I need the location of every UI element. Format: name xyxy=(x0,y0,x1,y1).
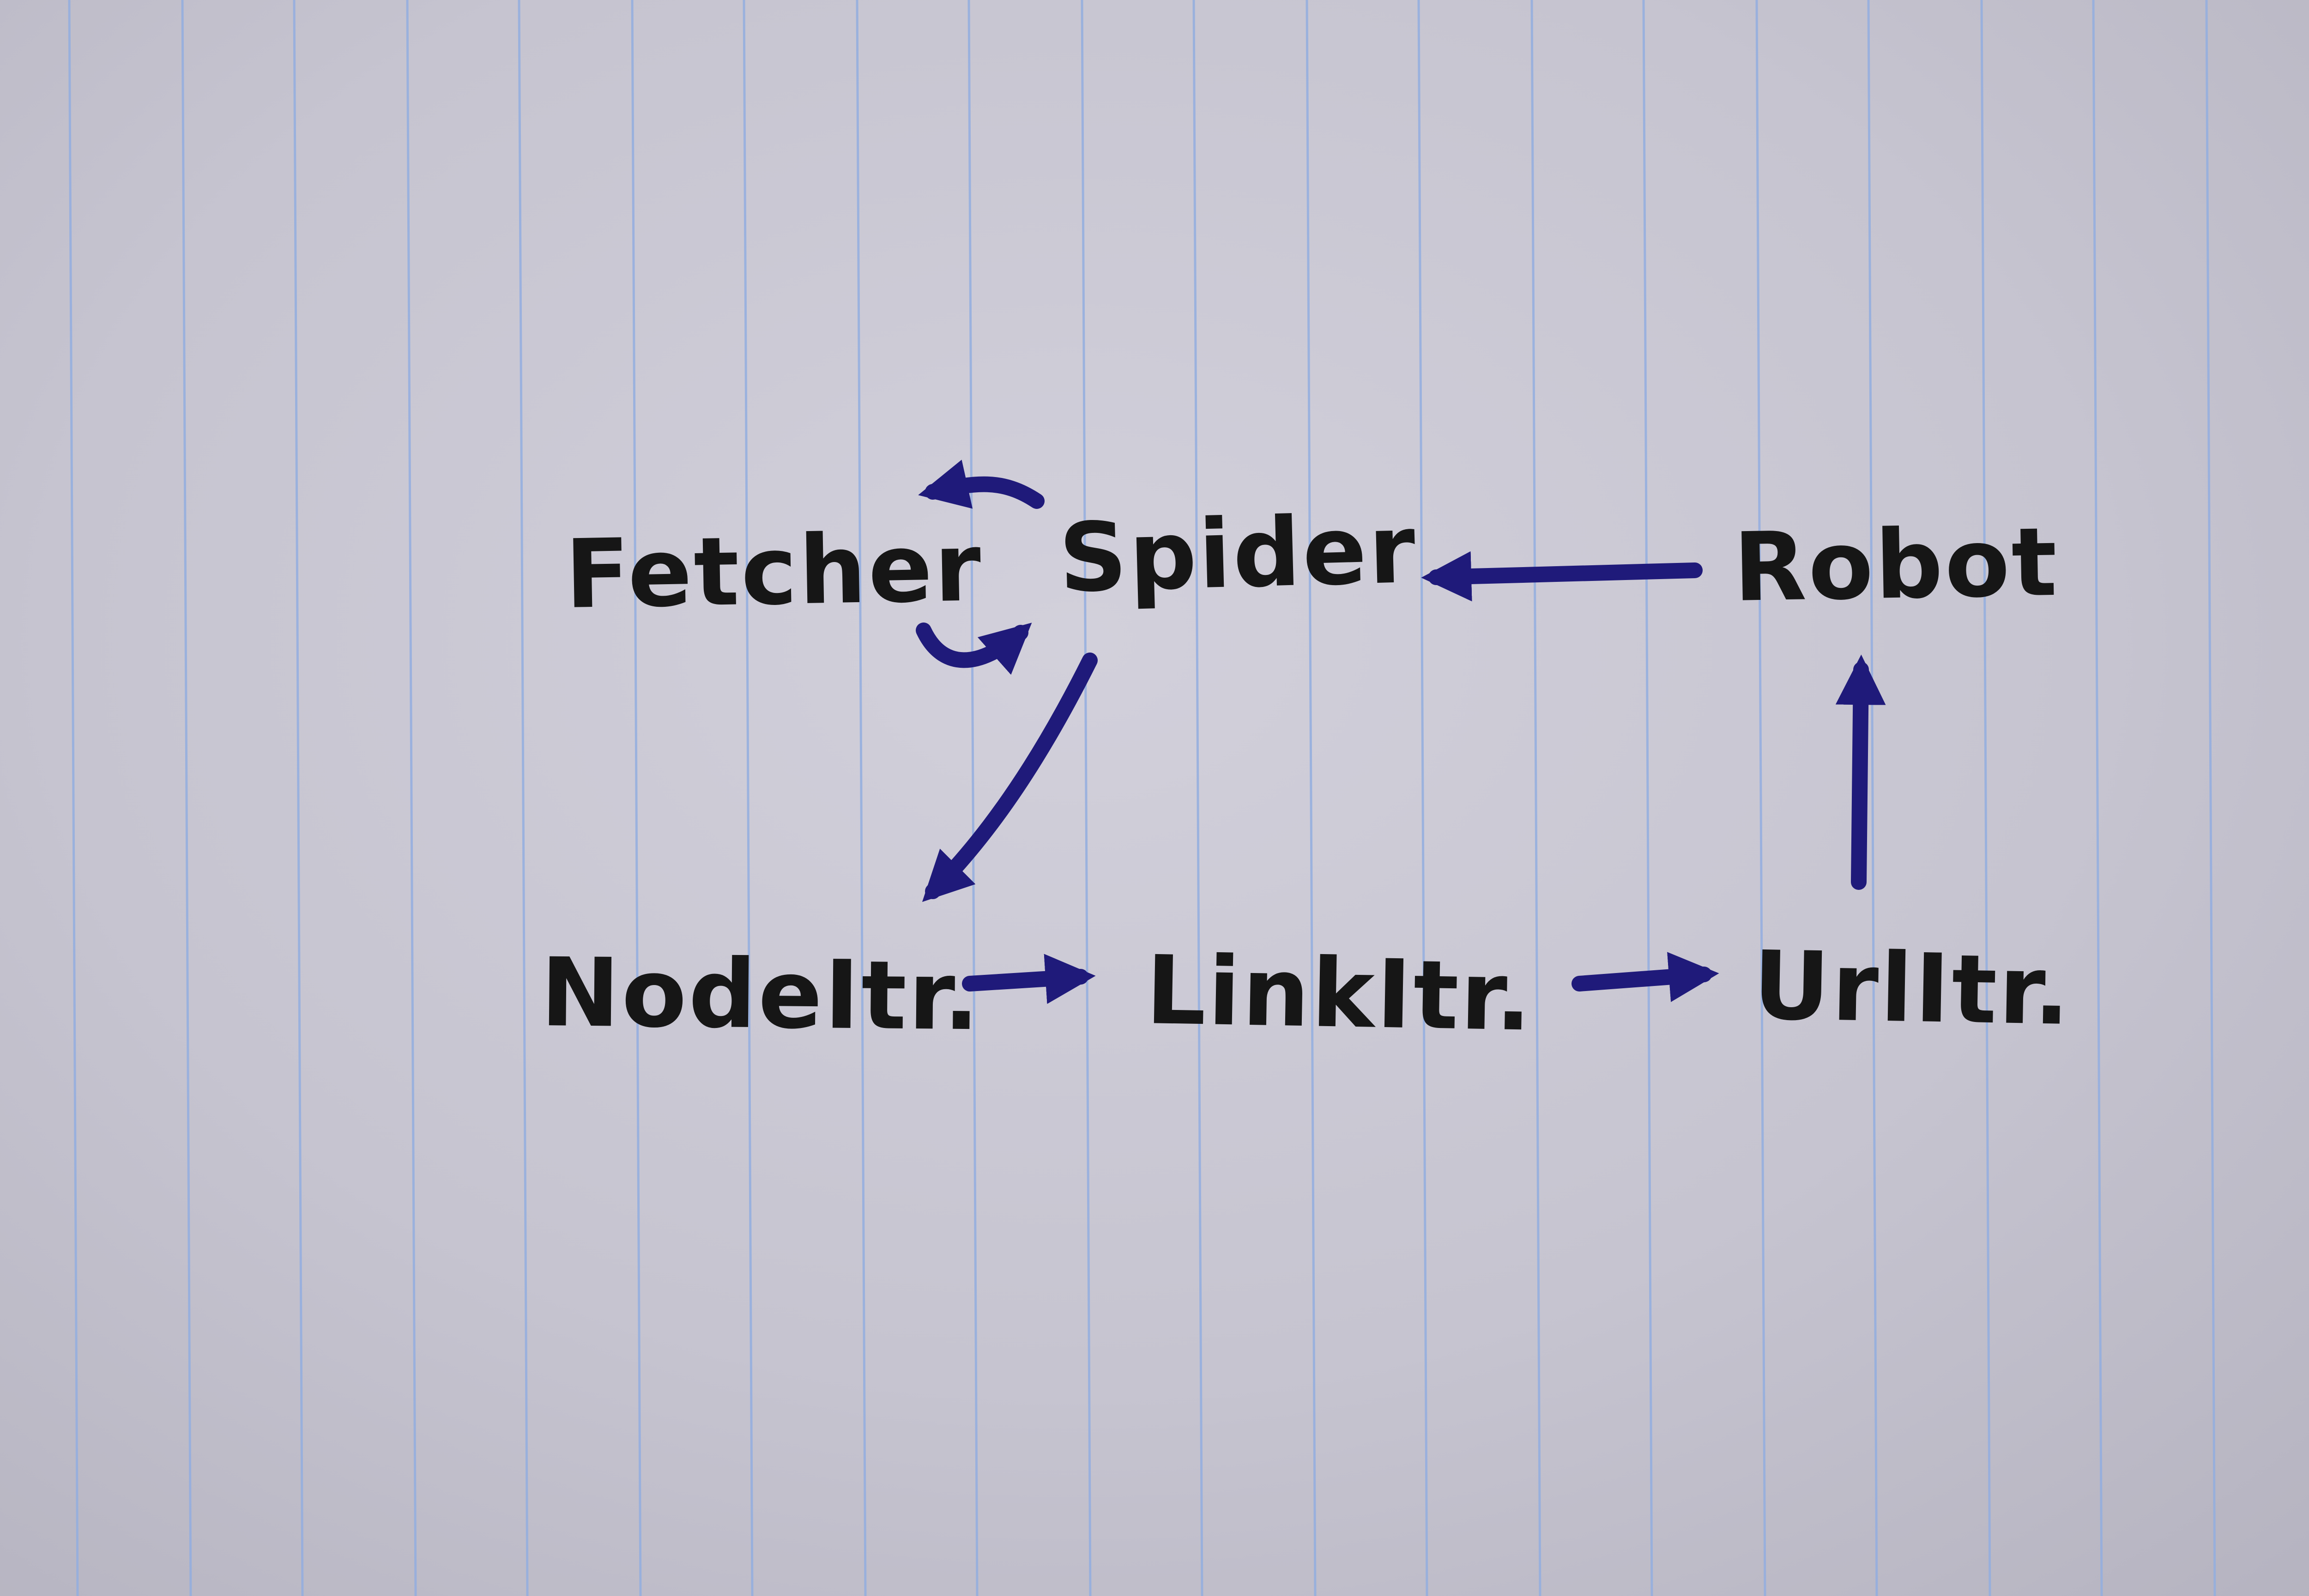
edge-urlitr-to-robot xyxy=(1835,654,1886,890)
ruling-line xyxy=(631,0,642,1596)
ruling-line xyxy=(2092,0,2103,1596)
ruling-line xyxy=(1980,0,1991,1596)
edge-robot-to-spider xyxy=(1421,551,1703,602)
ruling-line xyxy=(1867,0,1878,1596)
ruling-line xyxy=(68,0,79,1596)
edge-nodeitr-to-linkitr xyxy=(962,954,1096,1004)
ruling-line xyxy=(181,0,192,1596)
diagram-nodes: Fetcher Spider Robot NodeItr. LinkItr. U… xyxy=(540,495,2073,1052)
ruling-line xyxy=(518,0,529,1596)
paper-ruling xyxy=(68,0,2216,1596)
edge-spider-to-fetcher xyxy=(918,459,1045,509)
ruling-line xyxy=(1642,0,1653,1596)
edge-linkitr-to-urlitr xyxy=(1572,952,1719,1002)
ruling-line xyxy=(1755,0,1766,1596)
ruling-line xyxy=(743,0,754,1596)
notebook-page: Fetcher Spider Robot NodeItr. LinkItr. U… xyxy=(68,0,2216,1596)
node-spider: Spider xyxy=(1058,495,1419,614)
node-fetcher: Fetcher xyxy=(564,513,984,630)
ruling-line xyxy=(293,0,304,1596)
ruling-line xyxy=(2205,0,2216,1596)
ruling-line xyxy=(1417,0,1428,1596)
ruling-line xyxy=(967,0,979,1596)
node-robot: Robot xyxy=(1733,508,2060,623)
ruling-line xyxy=(1530,0,1541,1596)
node-linkitr: LinkItr. xyxy=(1145,936,1534,1052)
ruling-line xyxy=(1192,0,1203,1596)
node-urlitr: UrlItr. xyxy=(1752,931,2073,1046)
edge-spider-to-nodeitr xyxy=(922,653,1098,902)
ruling-line xyxy=(1306,0,1317,1596)
ruling-line xyxy=(1081,0,1092,1596)
ruling-line xyxy=(406,0,417,1596)
ruling-line xyxy=(856,0,867,1596)
node-nodeitr: NodeItr. xyxy=(540,938,982,1052)
